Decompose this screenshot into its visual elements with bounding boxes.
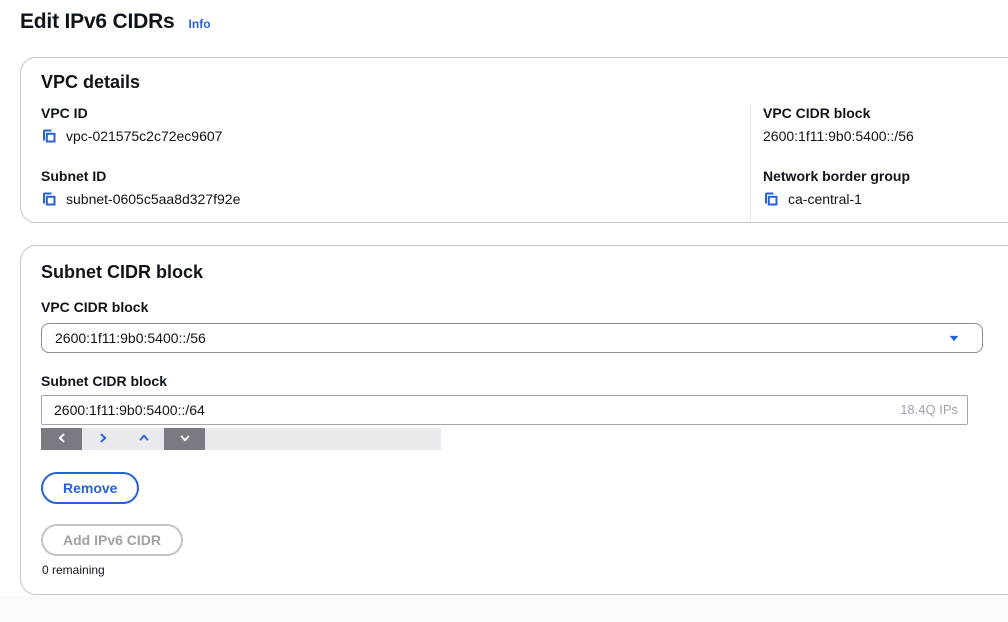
subnet-cidr-heading: Subnet CIDR block	[41, 262, 203, 283]
remove-button[interactable]: Remove	[41, 472, 139, 504]
chevron-right-button[interactable]	[82, 428, 123, 450]
vpc-details-left-column: VPC ID vpc-021575c2c72ec9607 Subnet ID	[41, 104, 240, 230]
subnet-cidr-input-wrap: 18.4Q IPs	[41, 395, 968, 425]
chevron-right-icon	[97, 432, 109, 447]
copy-icon	[763, 191, 779, 207]
vpc-cidr-select-label: VPC CIDR block	[41, 299, 148, 315]
chevron-down-icon	[179, 432, 191, 447]
subnet-cidr-input-label: Subnet CIDR block	[41, 373, 167, 389]
chevron-up-icon	[138, 432, 150, 447]
vpc-id-value: vpc-021575c2c72ec9607	[66, 126, 222, 146]
chevron-left-button[interactable]	[41, 428, 82, 450]
page-title: Edit IPv6 CIDRs	[20, 10, 175, 34]
subnet-cidr-input[interactable]	[41, 395, 968, 425]
chevron-left-icon	[56, 432, 68, 447]
vpc-details-right-column: VPC CIDR block 2600:1f11:9b0:5400::/56 N…	[763, 104, 914, 230]
add-ipv6-cidr-button[interactable]: Add IPv6 CIDR	[41, 524, 183, 556]
network-border-group-label: Network border group	[763, 167, 914, 185]
subnet-cidr-card: Subnet CIDR block VPC CIDR block 2600:1f…	[20, 245, 1008, 595]
subnet-id-value: subnet-0605c5aa8d327f92e	[66, 189, 240, 209]
copy-icon	[41, 128, 57, 144]
vpc-cidr-block-field: VPC CIDR block 2600:1f11:9b0:5400::/56	[763, 104, 914, 146]
chevron-down-icon	[947, 331, 961, 345]
page-header: Edit IPv6 CIDRs Info	[20, 10, 211, 34]
subnet-id-label: Subnet ID	[41, 167, 240, 185]
column-divider	[750, 104, 751, 220]
remaining-count: 0 remaining	[42, 563, 105, 577]
page-bottom-background	[0, 596, 1008, 622]
chevron-down-button[interactable]	[164, 428, 205, 450]
edit-ipv6-cidrs-page: Edit IPv6 CIDRs Info VPC details VPC ID …	[0, 0, 1008, 622]
chevron-up-button[interactable]	[123, 428, 164, 450]
copy-network-border-group-button[interactable]	[763, 191, 779, 207]
vpc-cidr-select[interactable]: 2600:1f11:9b0:5400::/56	[41, 323, 983, 353]
subnet-id-field: Subnet ID subnet-0605c5aa8d327f92e	[41, 167, 240, 209]
copy-vpc-id-button[interactable]	[41, 128, 57, 144]
network-border-group-field: Network border group ca-central-1	[763, 167, 914, 209]
vpc-cidr-block-value: 2600:1f11:9b0:5400::/56	[763, 126, 914, 146]
vpc-details-heading: VPC details	[41, 72, 140, 93]
vpc-cidr-block-label: VPC CIDR block	[763, 104, 914, 122]
vpc-id-field: VPC ID vpc-021575c2c72ec9607	[41, 104, 240, 146]
vpc-cidr-selected-value: 2600:1f11:9b0:5400::/56	[55, 330, 206, 346]
cidr-arrow-strip	[41, 428, 441, 450]
copy-subnet-id-button[interactable]	[41, 191, 57, 207]
copy-icon	[41, 191, 57, 207]
vpc-id-label: VPC ID	[41, 104, 240, 122]
network-border-group-value: ca-central-1	[788, 189, 862, 209]
vpc-details-card: VPC details VPC ID vpc-021575c2c72ec9607…	[20, 57, 1008, 223]
info-link[interactable]: Info	[189, 17, 211, 31]
